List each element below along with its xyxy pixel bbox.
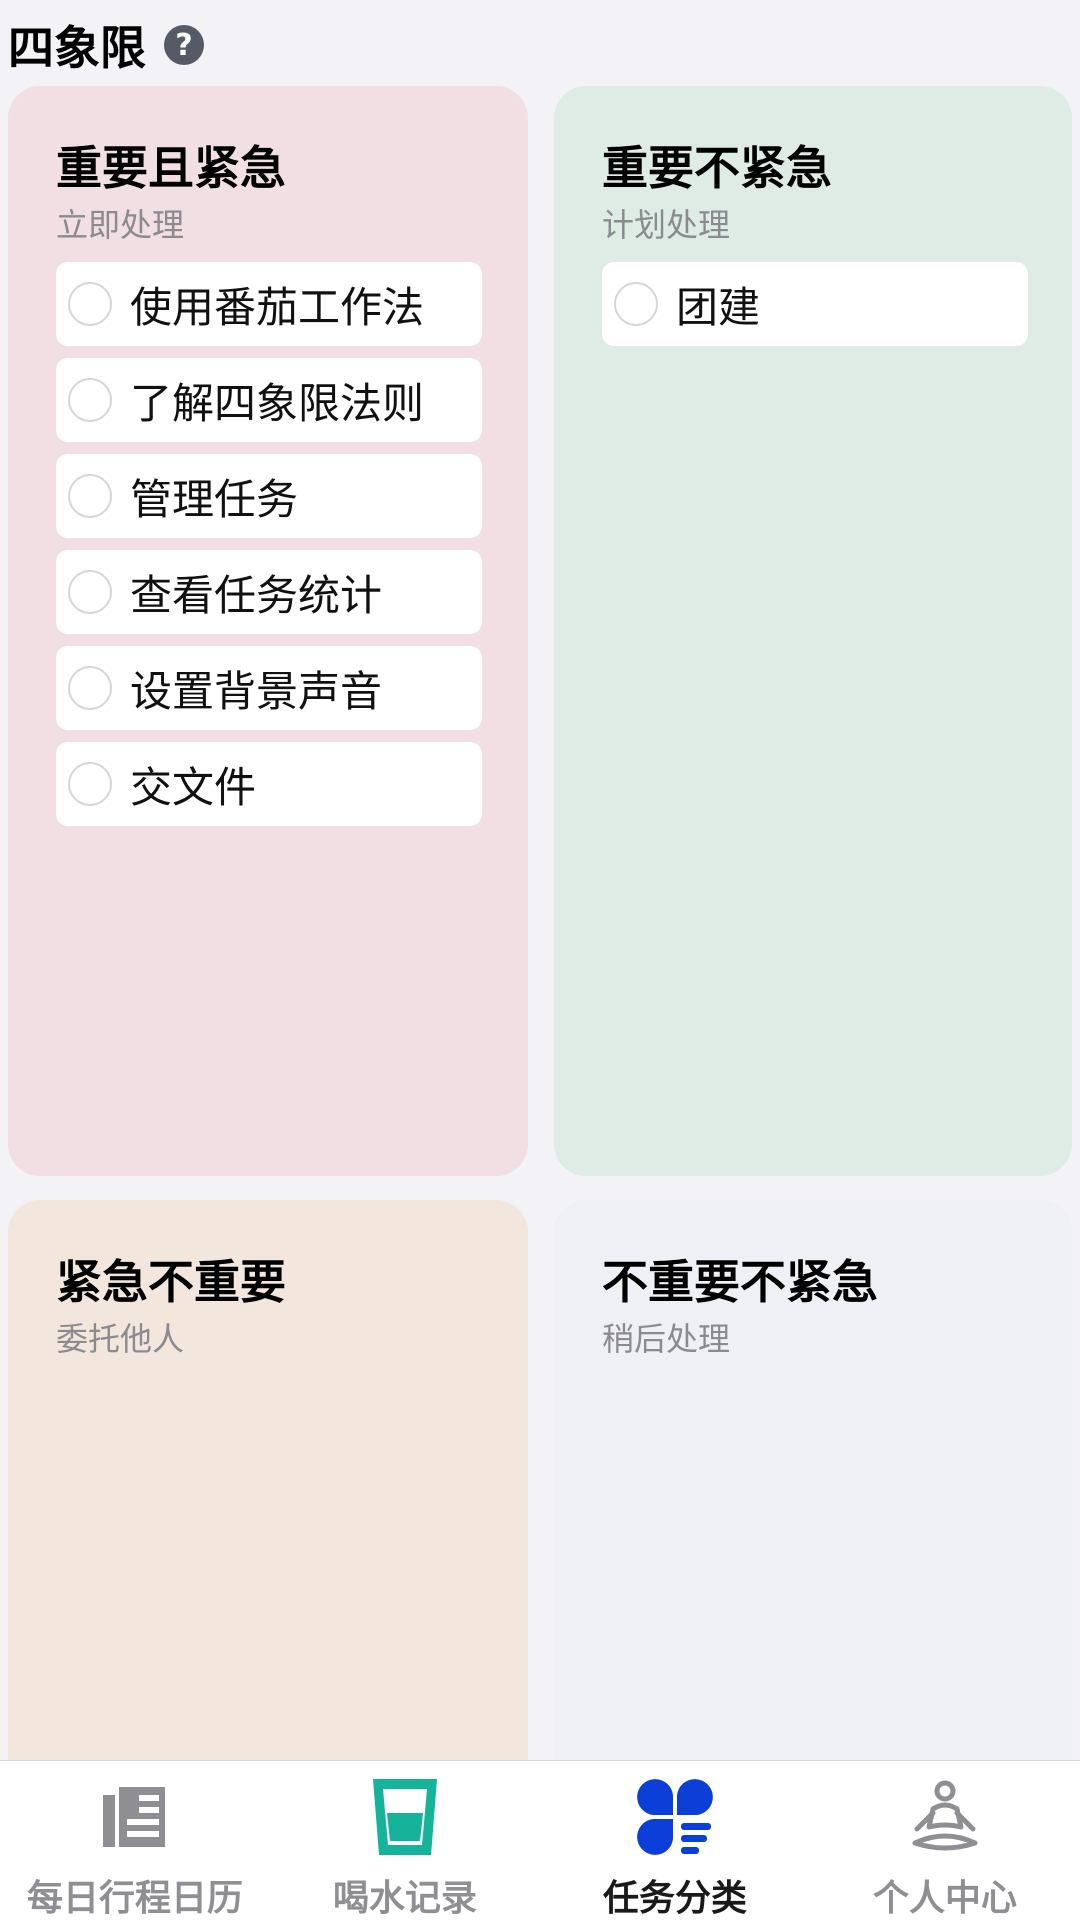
quadrant-title: 重要且紧急 xyxy=(56,141,286,195)
task-checkbox[interactable] xyxy=(68,762,112,806)
task-label: 团建 xyxy=(676,282,761,332)
task-checkbox[interactable] xyxy=(68,378,112,422)
task-item[interactable]: 管理任务 xyxy=(56,454,482,538)
task-label: 交文件 xyxy=(130,762,257,812)
tab-label: 个人中心 xyxy=(872,1878,1017,1919)
newspaper-icon xyxy=(95,1777,175,1857)
tab-daily-calendar[interactable]: 每日行程日历 xyxy=(0,1761,270,1920)
task-item[interactable]: 使用番茄工作法 xyxy=(56,262,482,346)
tab-label: 任务分类 xyxy=(602,1878,747,1919)
quadrant-not-important-not-urgent: 不重要不紧急 稍后处理 xyxy=(554,1200,1072,1800)
task-checkbox[interactable] xyxy=(68,282,112,326)
task-checkbox[interactable] xyxy=(68,666,112,710)
app-screen: 四象限 ? 重要且紧急 立即处理 使用番茄工作法 了解四象限法则 管理任务 查看… xyxy=(0,0,1080,1920)
task-item[interactable]: 查看任务统计 xyxy=(56,550,482,634)
quadrant-urgent-not-important: 紧急不重要 委托他人 xyxy=(8,1200,528,1800)
task-checkbox[interactable] xyxy=(614,282,658,326)
quadrant-subtitle: 计划处理 xyxy=(602,206,731,244)
task-list: 使用番茄工作法 了解四象限法则 管理任务 查看任务统计 设置背景声音 交文件 xyxy=(56,262,482,826)
task-label: 使用番茄工作法 xyxy=(130,282,425,332)
quadrant-title: 重要不紧急 xyxy=(602,141,832,195)
quadrant-category-icon xyxy=(635,1777,715,1857)
quadrant-important-not-urgent: 重要不紧急 计划处理 团建 xyxy=(554,86,1072,1176)
header: 四象限 ? xyxy=(8,10,204,80)
bottom-tab-bar: 每日行程日历 喝水记录 任务分类 个人中心 xyxy=(0,1760,1080,1920)
tab-label: 每日行程日历 xyxy=(26,1878,243,1919)
quadrant-important-urgent: 重要且紧急 立即处理 使用番茄工作法 了解四象限法则 管理任务 查看任务统计 设… xyxy=(8,86,528,1176)
task-item[interactable]: 了解四象限法则 xyxy=(56,358,482,442)
task-item[interactable]: 设置背景声音 xyxy=(56,646,482,730)
meditation-person-icon xyxy=(905,1777,985,1857)
task-item[interactable]: 团建 xyxy=(602,262,1028,346)
task-list: 团建 xyxy=(602,262,1028,346)
quadrant-title: 紧急不重要 xyxy=(56,1255,286,1309)
task-label: 了解四象限法则 xyxy=(130,378,425,428)
task-checkbox[interactable] xyxy=(68,474,112,518)
quadrant-title: 不重要不紧急 xyxy=(602,1255,878,1309)
quadrant-subtitle: 立即处理 xyxy=(56,206,185,244)
task-item[interactable]: 交文件 xyxy=(56,742,482,826)
tab-label: 喝水记录 xyxy=(332,1878,477,1919)
tab-personal-center[interactable]: 个人中心 xyxy=(810,1761,1080,1920)
tab-task-category[interactable]: 任务分类 xyxy=(540,1761,810,1920)
task-label: 设置背景声音 xyxy=(130,666,383,716)
water-cup-icon xyxy=(365,1777,445,1857)
question-circle-icon[interactable]: ? xyxy=(164,25,204,65)
page-title: 四象限 xyxy=(8,21,146,75)
quadrant-subtitle: 稍后处理 xyxy=(602,1320,731,1358)
task-checkbox[interactable] xyxy=(68,570,112,614)
quadrant-subtitle: 委托他人 xyxy=(56,1320,185,1358)
task-label: 管理任务 xyxy=(130,474,299,524)
task-label: 查看任务统计 xyxy=(130,570,383,620)
tab-water-record[interactable]: 喝水记录 xyxy=(270,1761,540,1920)
